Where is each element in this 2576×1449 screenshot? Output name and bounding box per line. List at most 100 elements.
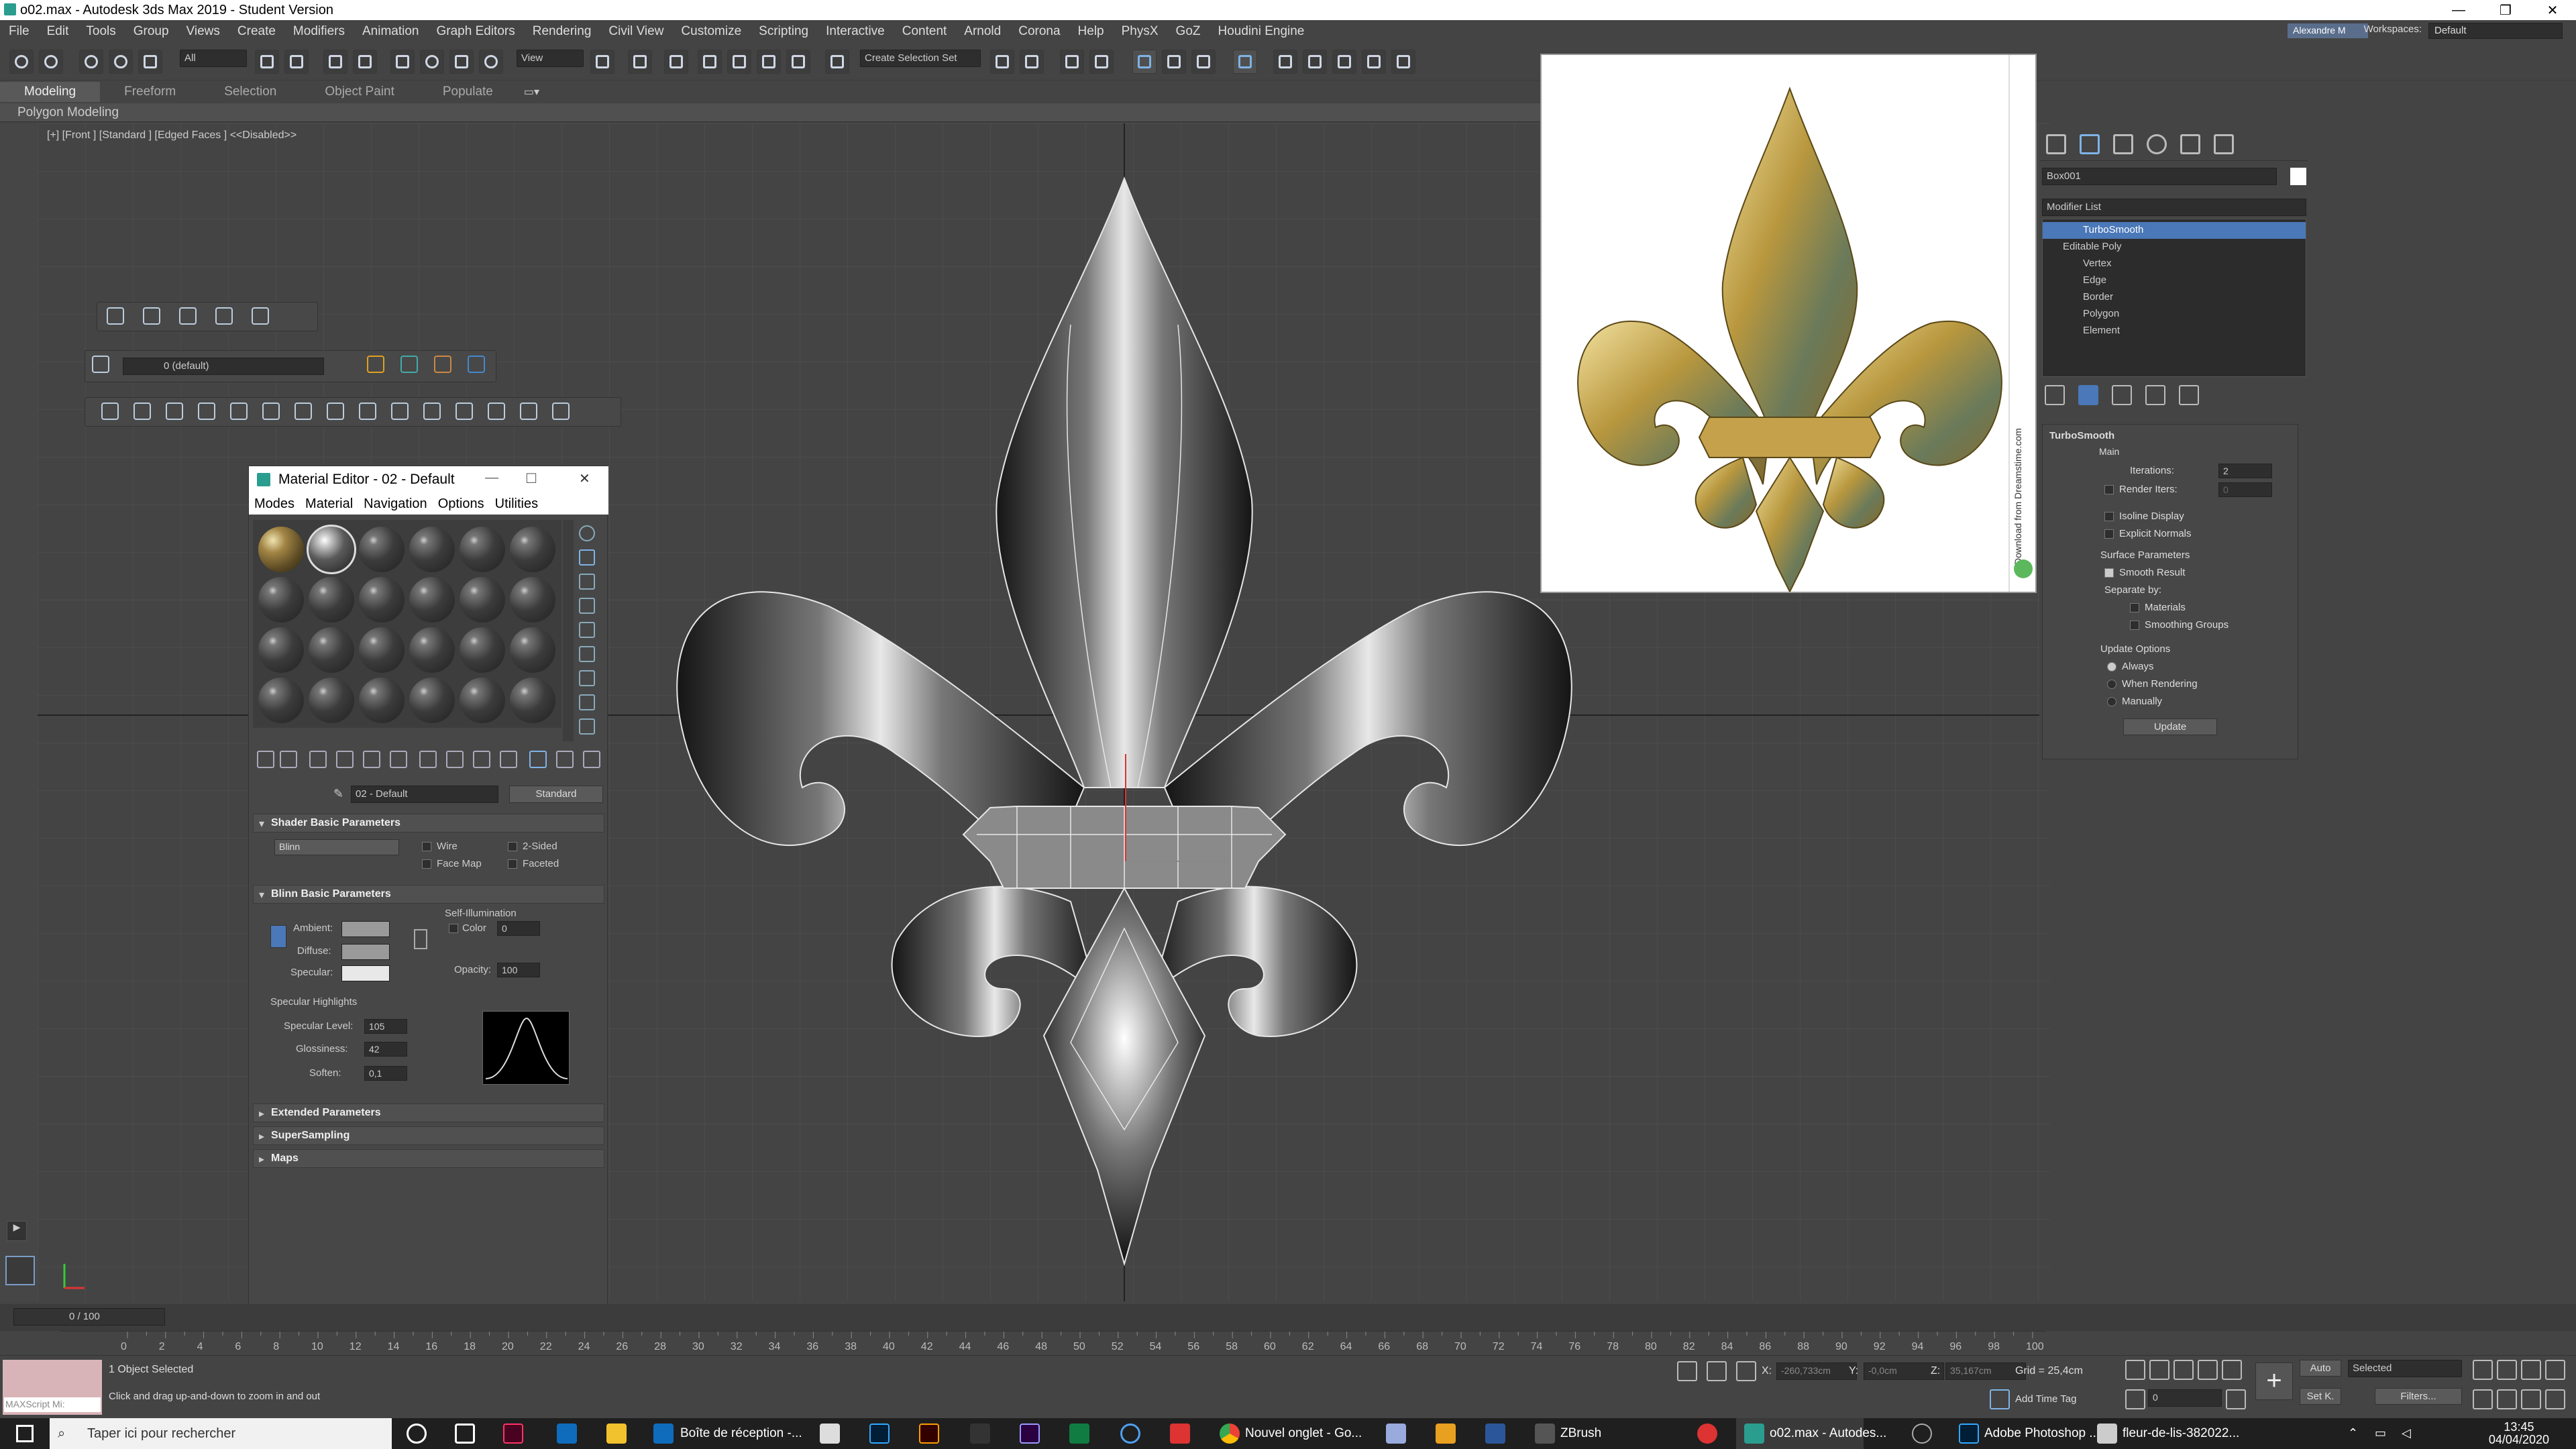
tab-object-paint[interactable]: Object Paint (301, 82, 419, 102)
material-slot[interactable] (309, 627, 354, 673)
menu-scripting[interactable]: Scripting (759, 24, 808, 39)
material-id-icon[interactable] (446, 751, 464, 768)
material-slot[interactable] (258, 627, 304, 673)
blinn-basic-rollout[interactable]: Blinn Basic Parameters (253, 885, 604, 904)
taskbar-app-3dsmax[interactable]: o02.max - Autodes... (1770, 1426, 1886, 1441)
app-ring-icon[interactable] (1912, 1424, 1932, 1444)
redo-button[interactable] (39, 50, 63, 74)
menu-edit[interactable]: Edit (47, 24, 69, 39)
menu-modifiers[interactable]: Modifiers (293, 24, 345, 39)
calculator-icon[interactable] (820, 1424, 840, 1444)
field-of-view-icon[interactable] (2473, 1389, 2493, 1409)
key-mode-icon[interactable] (2125, 1389, 2145, 1409)
current-frame-field[interactable]: 0 (2148, 1389, 2222, 1407)
taskbar-app-zbrush[interactable]: ZBrush (1560, 1426, 1601, 1441)
snap-tangent-icon[interactable] (423, 402, 441, 420)
material-slot[interactable] (510, 527, 555, 572)
shader-dropdown[interactable]: Blinn (274, 839, 399, 855)
pick-material-icon[interactable] (583, 751, 600, 768)
diffuse-swatch[interactable] (341, 944, 390, 960)
show-end-result-icon[interactable] (2078, 385, 2098, 405)
set-key-plus-button[interactable]: + (2255, 1362, 2293, 1400)
modify-tab-icon[interactable] (2080, 134, 2100, 154)
hierarchy-tab-icon[interactable] (2113, 134, 2133, 154)
menu-arnold[interactable]: Arnold (964, 24, 1001, 39)
viewport-label[interactable]: [+] [Front ] [Standard ] [Edged Faces ] … (47, 129, 297, 142)
keyboard-shortcut-button[interactable] (664, 50, 688, 74)
go-to-parent-icon[interactable] (529, 751, 547, 768)
zoom-extents-all-icon[interactable] (2545, 1360, 2565, 1380)
taskbar-search-box[interactable]: Taper ici pour rechercher (50, 1418, 392, 1449)
stack-item-edge[interactable]: Edge (2043, 272, 2306, 289)
select-scale-button[interactable] (449, 50, 474, 74)
taskbar-app-chrome[interactable]: Nouvel onglet - Go... (1245, 1426, 1362, 1441)
isolate-selection-icon[interactable] (1677, 1361, 1697, 1381)
snap-grid-icon[interactable] (101, 402, 119, 420)
time-tag-icon[interactable] (1990, 1389, 2010, 1409)
snap-options-icon[interactable] (488, 402, 505, 420)
faceted-checkbox[interactable] (508, 859, 517, 869)
material-slot[interactable] (307, 525, 356, 574)
time-config-icon[interactable] (2226, 1389, 2246, 1409)
track-bar[interactable]: 0 2 4 6 8 10 12 14 16 18 20 22 24 26 28 30 32 34 36 38 40 42 4… (60, 1331, 2046, 1354)
workspaces-dropdown[interactable]: Default (2428, 23, 2563, 39)
current-layer-dropdown[interactable]: 0 (default) (123, 358, 324, 375)
photoshop-running-icon[interactable] (1959, 1424, 1979, 1444)
snap-face-icon[interactable] (294, 402, 312, 420)
render-production-button[interactable] (1332, 50, 1356, 74)
taskbar-app-mail[interactable]: Boîte de réception -... (680, 1426, 802, 1441)
edit-named-sets-button[interactable] (825, 50, 849, 74)
me-minimize-icon[interactable]: — (485, 470, 498, 486)
material-slot[interactable] (309, 678, 354, 723)
word-icon[interactable] (1485, 1424, 1505, 1444)
material-slot[interactable] (359, 627, 405, 673)
motion-tab-icon[interactable] (2147, 134, 2167, 154)
pivot-center-button[interactable] (590, 50, 614, 74)
me-menu-navigation[interactable]: Navigation (364, 496, 427, 512)
me-maximize-icon[interactable]: ☐ (525, 470, 537, 487)
image-viewer-icon[interactable] (2097, 1424, 2117, 1444)
menu-graph-editors[interactable]: Graph Editors (437, 24, 515, 39)
cortana-icon[interactable] (407, 1424, 427, 1444)
app-red-icon[interactable] (1697, 1424, 1717, 1444)
update-button[interactable]: Update (2123, 718, 2217, 735)
viewport-layout-button[interactable]: ▶ (7, 1221, 27, 1241)
volume-icon[interactable]: ◁ (2402, 1426, 2411, 1440)
key-filters-button[interactable]: Filters... (2375, 1388, 2462, 1405)
snap-bbox-icon[interactable] (359, 402, 376, 420)
eyedropper-icon[interactable]: ✎ (333, 787, 343, 801)
material-slot[interactable] (409, 678, 455, 723)
material-slot[interactable] (258, 678, 304, 723)
app-shield-icon[interactable] (1170, 1424, 1190, 1444)
percent-snap-button[interactable] (757, 50, 781, 74)
put-material-icon[interactable] (280, 751, 297, 768)
select-by-name-button[interactable] (284, 50, 309, 74)
tab-populate[interactable]: Populate (419, 82, 517, 102)
photoshop-icon[interactable] (869, 1424, 890, 1444)
uv-tiling-icon[interactable] (579, 598, 595, 614)
excel-icon[interactable] (1069, 1424, 1089, 1444)
curve-editor-button[interactable] (1162, 50, 1186, 74)
materials-checkbox[interactable] (2130, 603, 2139, 612)
hierarchy-icon[interactable] (215, 307, 233, 325)
link-tool-icon[interactable] (252, 307, 269, 325)
menu-physx[interactable]: PhysX (1122, 24, 1159, 39)
stack-item-turbosmooth[interactable]: TurboSmooth (2043, 222, 2306, 239)
material-type-button[interactable]: Standard (509, 786, 603, 803)
self-illum-color-checkbox[interactable] (449, 924, 458, 933)
selection-filter-dropdown[interactable]: All (180, 50, 247, 67)
zoom-extents-icon[interactable] (2521, 1360, 2541, 1380)
maxscript-listener[interactable]: MAXScript Mi: (3, 1360, 102, 1415)
auto-key-button[interactable]: Auto (2300, 1360, 2341, 1377)
angle-snap-button[interactable] (727, 50, 751, 74)
rect-selection-button[interactable] (323, 50, 347, 74)
me-menu-utilities[interactable]: Utilities (495, 496, 538, 512)
snap-endpoint-icon[interactable] (198, 402, 215, 420)
stack-item-border[interactable]: Border (2043, 289, 2306, 306)
manually-radio[interactable] (2107, 697, 2116, 706)
select-object-button[interactable] (255, 50, 279, 74)
outlook-icon[interactable] (557, 1424, 577, 1444)
material-slot[interactable] (510, 627, 555, 673)
render-setup-button[interactable] (1273, 50, 1297, 74)
tab-selection[interactable]: Selection (200, 82, 301, 102)
